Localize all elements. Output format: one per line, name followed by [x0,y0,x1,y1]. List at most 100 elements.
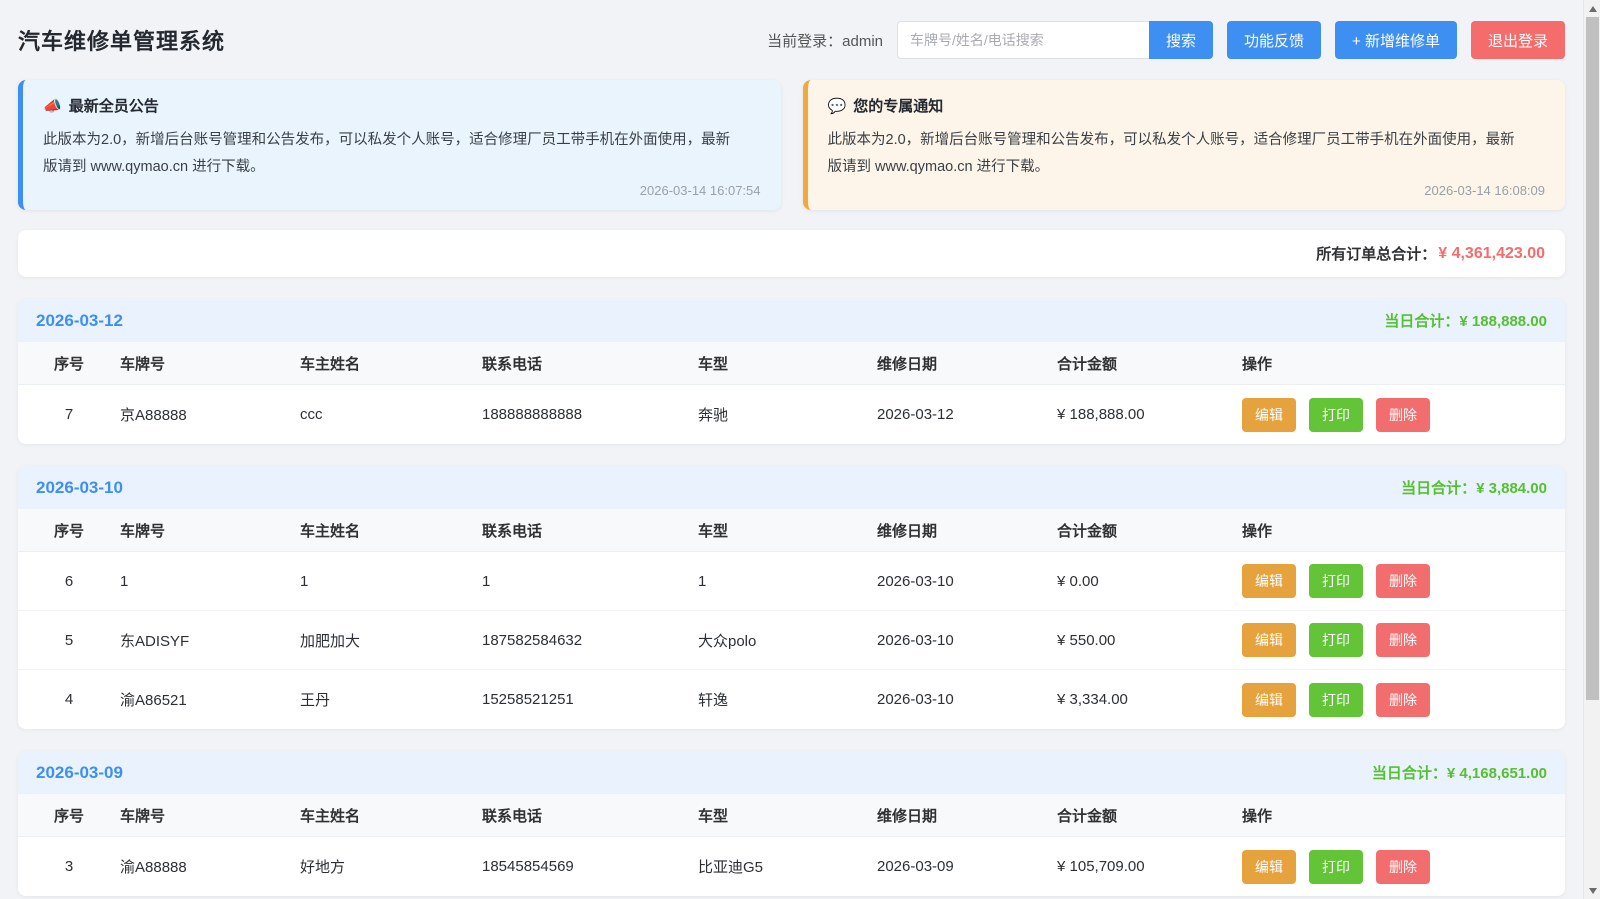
page-title: 汽车维修单管理系统 [18,29,226,54]
announcement-timestamp: 2026-03-14 16:07:54 [639,183,761,198]
day-section-header: 2026-03-12 当日合计：¥ 188,888.00 [18,299,1565,342]
announcement-body: 此版本为2.0，新增后台账号管理和公告发布，可以私发个人账号，适合修理厂员工带手… [43,132,731,175]
day-section-header: 2026-03-10 当日合计：¥ 3,884.00 [18,466,1565,509]
scrollbar-up-arrow[interactable] [1584,0,1600,17]
column-header: 序号 [53,355,84,373]
delete-button[interactable]: 删除 [1376,849,1430,884]
scrollbar-thumb[interactable] [1586,17,1599,700]
section-date: 2026-03-10 [36,477,123,497]
cell-owner-name: 好地方 [300,859,346,876]
print-button[interactable]: 打印 [1309,564,1363,598]
column-header: 操作 [1242,522,1273,540]
table-row: 7 京A88888 ccc 188888888888 奔驰 2026-03-12… [18,385,1565,444]
print-button[interactable]: 打印 [1309,849,1363,884]
day-total: 当日合计：¥ 3,884.00 [1401,480,1547,497]
cell-phone: 15258521251 [482,691,574,708]
column-header: 合计金额 [1057,807,1118,825]
column-header: 操作 [1242,807,1273,825]
table-body: 6 1 1 1 1 2026-03-10 ¥ 0.00 编辑 打印 删除 5 东… [18,552,1565,729]
print-button[interactable]: 打印 [1309,682,1363,717]
cell-repair-date: 2026-03-10 [877,631,954,649]
cell-car-model: 奔驰 [698,407,729,424]
column-header: 维修日期 [877,807,938,825]
column-header: 合计金额 [1057,355,1118,373]
announcement-title: 📣 最新全员公告 [43,95,761,116]
cell-amount: ¥ 188,888.00 [1057,406,1145,423]
grand-total-bar: 所有订单总合计： ¥ 4,361,423.00 [18,230,1565,277]
grand-total-amount: ¥ 4,361,423.00 [1438,244,1545,262]
cell-actions: 编辑 打印 删除 [1242,682,1565,717]
edit-button[interactable]: 编辑 [1242,623,1296,657]
column-header: 联系电话 [482,522,543,540]
personal-notice-timestamp: 2026-03-14 16:08:09 [1424,183,1545,198]
cell-car-model: 比亚迪G5 [698,859,764,876]
column-header: 车主姓名 [300,807,361,825]
cell-repair-date: 2026-03-09 [877,858,954,875]
table-row: 4 渝A86521 王丹 15258521251 轩逸 2026-03-10 ¥… [18,670,1565,729]
cell-phone: 188888888888 [482,406,583,423]
cell-repair-date: 2026-03-10 [877,691,954,708]
edit-button[interactable]: 编辑 [1242,397,1296,432]
column-header: 车型 [698,522,729,540]
cell-actions: 编辑 打印 删除 [1242,623,1565,657]
cell-repair-date: 2026-03-12 [877,406,954,423]
current-login: 当前登录：admin [767,30,883,51]
delete-button[interactable]: 删除 [1376,623,1430,657]
logout-button[interactable]: 退出登录 [1470,21,1565,59]
delete-button[interactable]: 删除 [1376,682,1430,717]
personal-notice-body: 此版本为2.0，新增后台账号管理和公告发布，可以私发个人账号，适合修理厂员工带手… [827,132,1515,175]
table-row: 5 东ADISYF 加肥加大 187582584632 大众polo 2026-… [18,611,1565,670]
day-section: 2026-03-09 当日合计：¥ 4,168,651.00 序号 车牌号 车主姓名… [18,751,1565,896]
search-button[interactable]: 搜索 [1149,21,1214,59]
announcement-title-text: 最新全员公告 [68,98,159,115]
cell-amount: ¥ 0.00 [1057,572,1099,590]
cell-owner-name: 加肥加大 [300,632,361,650]
cell-actions: 编辑 打印 删除 [1242,849,1565,884]
cell-serial-number: 4 [64,691,74,708]
column-header: 联系电话 [482,807,543,825]
delete-button[interactable]: 删除 [1376,397,1430,432]
column-header: 合计金额 [1057,522,1118,540]
day-total: 当日合计：¥ 188,888.00 [1384,313,1547,330]
print-button[interactable]: 打印 [1309,623,1363,657]
day-section: 2026-03-12 当日合计：¥ 188,888.00 序号 车牌号 车主姓名 联系… [18,299,1565,444]
personal-notice-title-text: 您的专属通知 [853,98,944,115]
column-header: 维修日期 [877,355,938,373]
column-header: 序号 [53,807,84,825]
search-input[interactable] [897,21,1150,59]
day-section: 2026-03-10 当日合计：¥ 3,884.00 序号 车牌号 车主姓名 联系电话… [18,466,1565,729]
vertical-scrollbar[interactable] [1583,0,1600,899]
header-controls: 当前登录：admin 搜索 功能反馈 + 新增维修单 退出登录 [767,21,1565,59]
edit-button[interactable]: 编辑 [1242,682,1296,717]
edit-button[interactable]: 编辑 [1242,849,1296,884]
grand-total-label: 所有订单总合计： [1316,246,1437,263]
notice-cards: 📣 最新全员公告 此版本为2.0，新增后台账号管理和公告发布，可以私发个人账号，… [18,80,1565,210]
cell-owner-name: ccc [300,406,323,423]
feedback-button[interactable]: 功能反馈 [1227,21,1322,59]
column-header: 维修日期 [877,522,938,540]
megaphone-icon: 📣 [43,97,62,115]
cell-actions: 编辑 打印 删除 [1242,397,1565,432]
column-header: 车型 [698,807,729,825]
print-button[interactable]: 打印 [1309,397,1363,432]
cell-license-plate: 东ADISYF [120,632,190,650]
delete-button[interactable]: 删除 [1376,564,1430,598]
top-header: 汽车维修单管理系统 当前登录：admin 搜索 功能反馈 + 新增维修单 退出登… [18,0,1565,60]
cell-car-model: 大众polo [698,632,757,650]
cell-repair-date: 2026-03-10 [877,572,954,590]
column-header: 车牌号 [120,807,166,825]
table-body: 7 京A88888 ccc 188888888888 奔驰 2026-03-12… [18,385,1565,444]
table-header-row: 序号 车牌号 车主姓名 联系电话 车型 维修日期 合计金额 操作 [18,342,1565,385]
add-repair-order-button[interactable]: + 新增维修单 [1335,21,1457,59]
column-header: 车主姓名 [300,522,361,540]
column-header: 操作 [1242,355,1273,373]
column-header: 车型 [698,355,729,373]
table-body: 3 渝A88888 好地方 18545854569 比亚迪G5 2026-03-… [18,837,1565,896]
cell-serial-number: 7 [64,406,74,423]
column-header: 车牌号 [120,355,166,373]
announcement-card: 📣 最新全员公告 此版本为2.0，新增后台账号管理和公告发布，可以私发个人账号，… [18,80,781,210]
table-header-row: 序号 车牌号 车主姓名 联系电话 车型 维修日期 合计金额 操作 [18,509,1565,552]
edit-button[interactable]: 编辑 [1242,564,1296,598]
cell-amount: ¥ 105,709.00 [1057,858,1145,875]
scrollbar-down-arrow[interactable] [1584,882,1600,899]
